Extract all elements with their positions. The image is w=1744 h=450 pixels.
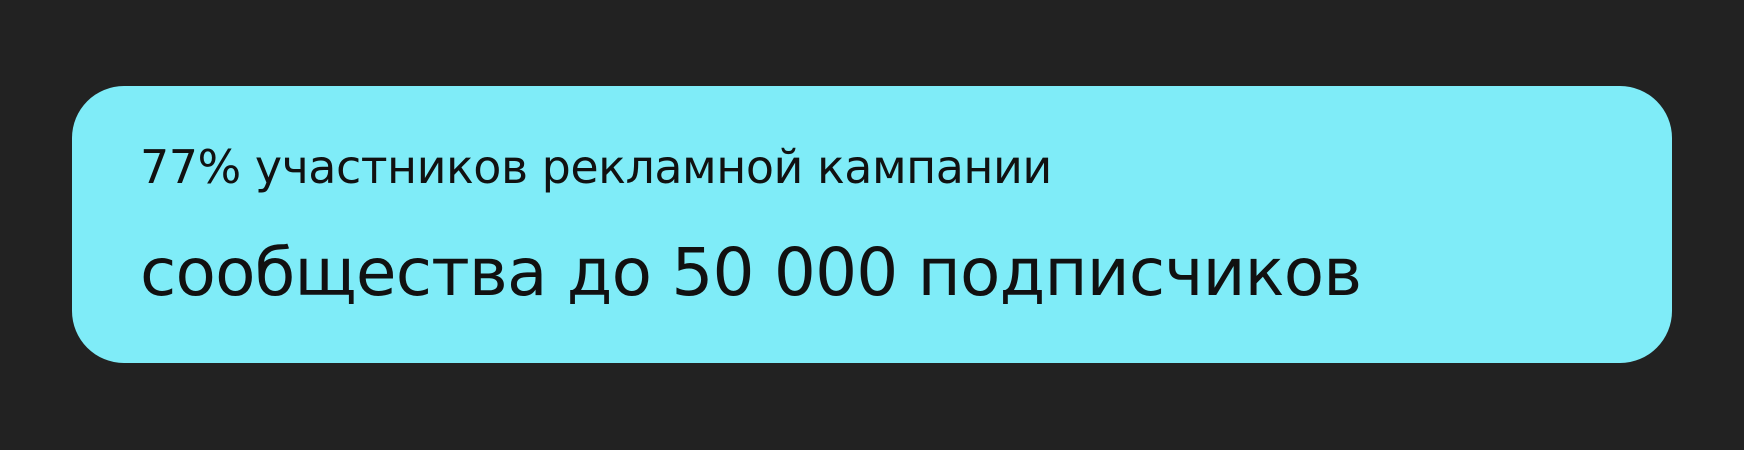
card-subtitle: 77% участников рекламной кампании bbox=[140, 140, 1052, 194]
info-card: 77% участников рекламной кампании сообще… bbox=[72, 86, 1672, 363]
card-headline: сообщества до 50 000 подписчиков bbox=[140, 234, 1362, 311]
